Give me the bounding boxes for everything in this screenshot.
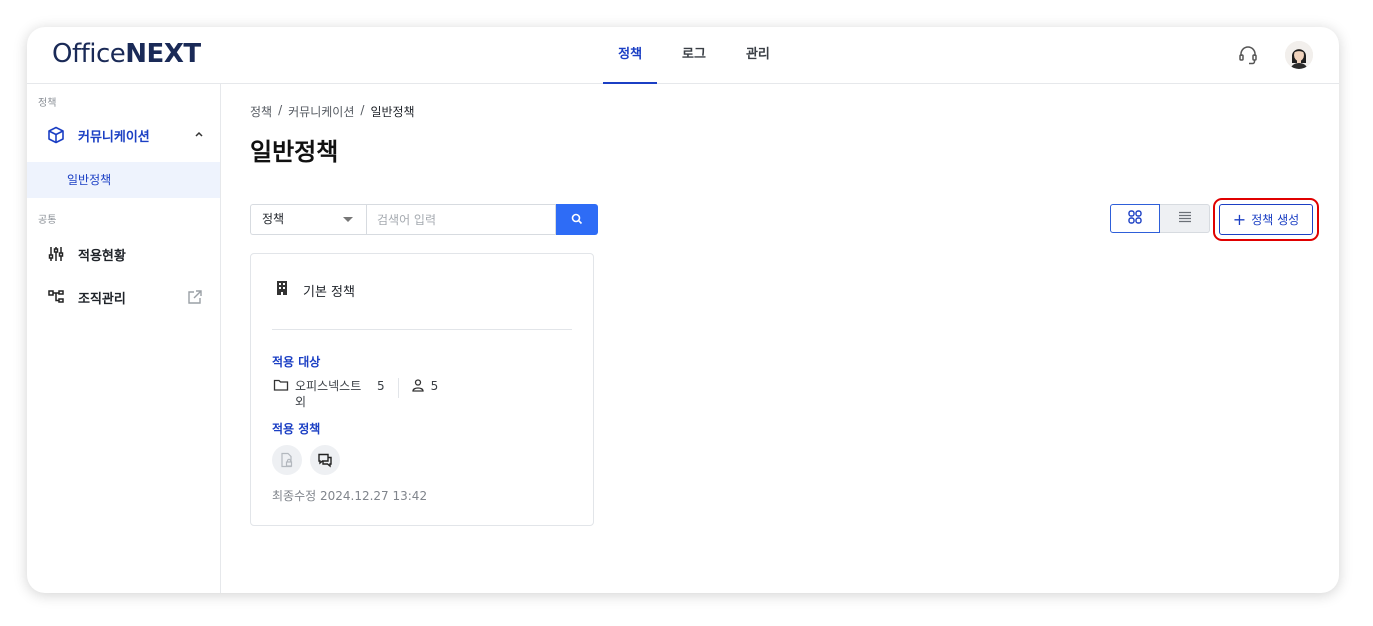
external-link-icon[interactable] xyxy=(186,288,204,310)
sidebar-section-policy: 정책 xyxy=(38,98,57,109)
user-count: 5 xyxy=(430,379,439,393)
grid-icon xyxy=(1127,209,1143,229)
breadcrumb-separator: / xyxy=(278,103,283,117)
folder-icon xyxy=(273,378,289,410)
divider xyxy=(397,378,399,398)
nav-manage[interactable]: 관리 xyxy=(726,27,790,84)
avatar[interactable] xyxy=(1285,41,1313,69)
cube-icon xyxy=(47,126,65,144)
building-icon xyxy=(275,280,289,300)
create-policy-button[interactable]: + 정책 생성 xyxy=(1219,204,1313,235)
filter-select-value: 정책 xyxy=(262,212,285,226)
breadcrumb-current: 일반정책 xyxy=(370,105,415,119)
breadcrumb-item[interactable]: 커뮤니케이션 xyxy=(288,103,354,120)
divider xyxy=(272,329,572,330)
folder-count: 5 xyxy=(377,379,385,393)
sidebar-item-label: 커뮤니케이션 xyxy=(78,129,150,145)
user-icon xyxy=(411,378,425,396)
policy-card[interactable]: 기본 정책 적용 대상 오피스넥스트 외 5 5 적용 정책 최종수정 2024… xyxy=(250,253,594,526)
grid-view-button[interactable] xyxy=(1110,204,1160,233)
create-policy-label: 정책 생성 xyxy=(1251,213,1300,227)
list-view-button[interactable] xyxy=(1160,204,1210,233)
last-modified: 최종수정 2024.12.27 13:42 xyxy=(272,489,428,503)
org-tree-icon xyxy=(47,288,65,306)
top-header: OfficeNEXT 정책 로그 관리 xyxy=(27,27,1339,84)
headset-icon[interactable] xyxy=(1237,44,1259,66)
folder-name: 오피스넥스트 외 xyxy=(295,379,362,409)
sidebar-section-common: 공통 xyxy=(38,215,57,226)
filter-select[interactable]: 정책 xyxy=(250,204,366,235)
card-header: 기본 정책 xyxy=(275,280,355,300)
search-filter: 정책 xyxy=(250,204,598,235)
main-content: 정책 / 커뮤니케이션 / 일반정책 일반정책 정책 검색어 입력 + 정책 생… xyxy=(221,84,1339,593)
sliders-icon xyxy=(47,245,65,263)
breadcrumb-separator: / xyxy=(360,103,365,117)
policy-icons xyxy=(272,445,340,475)
caret-down-icon xyxy=(343,217,353,222)
search-button[interactable] xyxy=(556,204,598,235)
sidebar-item-apply-status[interactable]: 적용현황 xyxy=(27,234,220,274)
chevron-up-icon[interactable] xyxy=(194,130,204,141)
search-icon xyxy=(571,210,583,229)
sidebar-item-label: 조직관리 xyxy=(78,291,126,307)
apply-target-row: 오피스넥스트 외 5 5 xyxy=(273,378,438,410)
nav-log[interactable]: 로그 xyxy=(662,27,726,84)
app-window: OfficeNEXT 정책 로그 관리 정책 커뮤니케이션 일반정책 공통 적용… xyxy=(27,27,1339,593)
sidebar-item-communication[interactable]: 커뮤니케이션 xyxy=(27,115,220,155)
sidebar-subitem-general-policy[interactable]: 일반정책 xyxy=(27,162,220,198)
top-nav: 정책 로그 관리 xyxy=(27,27,1339,84)
plus-icon: + xyxy=(1232,209,1247,229)
search-input[interactable] xyxy=(366,204,556,235)
nav-policy[interactable]: 정책 xyxy=(598,27,662,84)
sidebar-item-label: 적용현황 xyxy=(78,248,126,264)
highlight-box: + 정책 생성 xyxy=(1213,198,1319,241)
apply-target-label: 적용 대상 xyxy=(272,355,321,369)
apply-policy-label: 적용 정책 xyxy=(272,422,321,436)
chat-bubbles-icon xyxy=(310,445,340,475)
list-icon xyxy=(1177,209,1193,228)
breadcrumb: 정책 / 커뮤니케이션 / 일반정책 xyxy=(250,103,415,120)
view-toggle xyxy=(1110,204,1210,233)
sidebar: 정책 커뮤니케이션 일반정책 공통 적용현황 조직관리 xyxy=(27,84,221,593)
page-title: 일반정책 xyxy=(250,138,339,166)
sidebar-item-org-manage[interactable]: 조직관리 xyxy=(27,277,220,317)
card-title: 기본 정책 xyxy=(303,284,355,300)
file-lock-icon xyxy=(272,445,302,475)
breadcrumb-item[interactable]: 정책 xyxy=(250,103,272,120)
